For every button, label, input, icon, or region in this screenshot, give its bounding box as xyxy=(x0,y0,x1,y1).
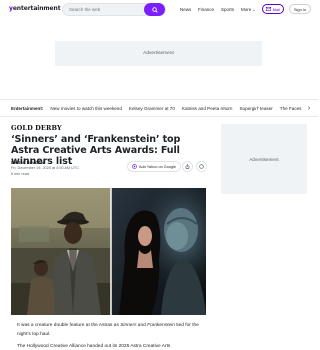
trending-label: Entertainment: xyxy=(11,106,44,111)
chevron-down-icon: ⌄ xyxy=(252,7,256,12)
google-icon xyxy=(132,164,137,169)
top-advertisement[interactable]: Advertisement xyxy=(55,41,262,66)
paragraph-text: It was a creature double feature at the … xyxy=(17,323,121,328)
add-yahoo-on-google-button[interactable]: Add Yahoo on Google xyxy=(127,161,181,172)
trending-bar: Entertainment: New movies to watch this … xyxy=(0,99,318,117)
nav-sports[interactable]: Sports xyxy=(221,7,234,12)
ad-label: Advertisement xyxy=(249,156,279,162)
source-logo-gold-derby[interactable]: GOLD DERBY xyxy=(11,124,62,132)
ad-label: Advertisement xyxy=(143,51,174,56)
sign-in-button[interactable]: Sign in xyxy=(289,4,311,14)
comments-button[interactable] xyxy=(196,161,207,172)
trending-item[interactable]: The Faces xyxy=(280,106,302,111)
title-sinners: Sinners xyxy=(120,323,137,328)
search-bar xyxy=(62,3,166,16)
top-header: yentertainment News Finance Sports More … xyxy=(0,0,318,20)
sign-in-label: Sign in xyxy=(293,6,307,12)
nav-more-label: More xyxy=(241,7,252,12)
trending-item[interactable]: Katniss and Peeta return xyxy=(182,106,233,111)
nav-finance[interactable]: Finance xyxy=(198,7,214,12)
mail-label: Mail xyxy=(272,6,280,12)
side-advertisement[interactable]: Advertisement xyxy=(221,124,307,194)
trending-item[interactable]: Kelsey Grammer at 70 xyxy=(129,106,175,111)
search-icon xyxy=(151,6,158,13)
hero-image[interactable] xyxy=(11,188,206,315)
share-icon xyxy=(185,164,190,169)
share-button[interactable] xyxy=(182,161,193,172)
nav-news[interactable]: News xyxy=(180,7,191,12)
title-frankenstein: Frankenstein xyxy=(147,323,175,328)
search-button[interactable] xyxy=(144,3,165,16)
publish-date: Fri, December 19, 2025 at 4:50 AM UTC xyxy=(11,166,79,170)
paragraph-text: and xyxy=(136,323,148,328)
comment-icon xyxy=(199,164,204,169)
article-paragraph: The Hollywood Creative Alliance handed o… xyxy=(17,344,171,349)
add-google-label: Add Yahoo on Google xyxy=(139,164,177,169)
trending-item[interactable]: Supergirl' teaser xyxy=(239,106,272,111)
read-time: 6 min read xyxy=(11,172,29,176)
trending-next-button[interactable]: › xyxy=(304,103,314,113)
article-paragraph: It was a creature double feature at the … xyxy=(17,322,207,339)
search-input[interactable] xyxy=(63,7,143,12)
hero-image-graphic xyxy=(11,188,206,315)
author-name[interactable]: Denton Davidson xyxy=(11,160,45,165)
mail-icon xyxy=(266,7,272,11)
yahoo-entertainment-logo[interactable]: yentertainment xyxy=(9,5,61,12)
trending-item[interactable]: New movies to watch this weekend xyxy=(50,106,122,111)
nav-more[interactable]: More ⌄ xyxy=(241,7,256,12)
mail-button[interactable]: Mail xyxy=(262,4,284,14)
chevron-right-icon: › xyxy=(307,104,311,112)
